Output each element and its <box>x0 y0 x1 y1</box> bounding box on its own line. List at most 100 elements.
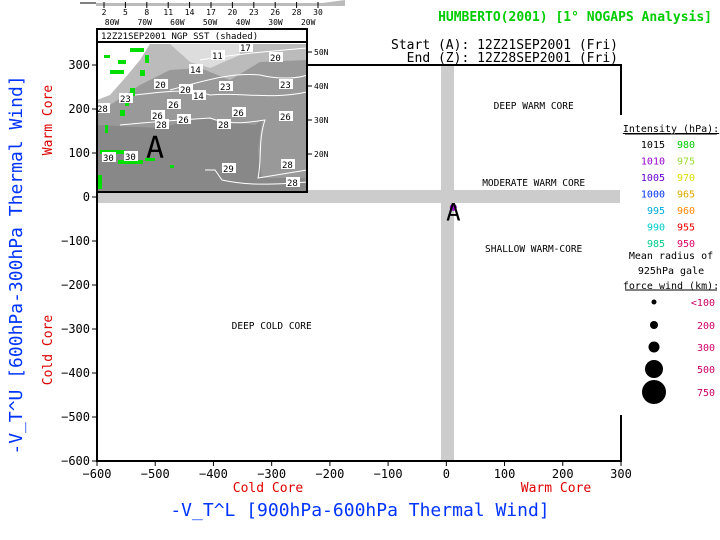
y-tick-label: 100 <box>68 146 90 160</box>
radius-legend-title: Mean radius of <box>629 251 713 262</box>
colorbar-tick-label: 20 <box>228 8 238 17</box>
contour-label: 26 <box>233 109 244 119</box>
inset-title: 12Z21SEP2001 NGP SST (shaded) <box>101 32 258 42</box>
lat-label: 50N <box>314 48 329 57</box>
contour-label: 14 <box>193 92 204 102</box>
contour-label: 26 <box>178 116 189 126</box>
x-axis-title: -V_T^L [900hPa-600hPa Thermal Wind] <box>170 500 549 521</box>
lat-label: 20N <box>314 150 329 159</box>
y-tick-label: −400 <box>61 366 90 380</box>
inset-storm-marker: A <box>146 131 164 166</box>
colorbar-tick-label: 8 <box>144 8 149 17</box>
y-tick-label: 300 <box>68 58 90 72</box>
intensity-legend-value: 980 <box>677 140 695 151</box>
x-tick-label: −600 <box>83 467 112 481</box>
intensity-legend-value: 995 <box>647 206 665 217</box>
lon-label: 30W <box>268 18 283 27</box>
contour-label: 20 <box>180 86 191 96</box>
colorbar-tick-label: 11 <box>163 8 173 17</box>
chart-title: HUMBERTO(2001) [1° NOGAPS Analysis] <box>438 10 712 25</box>
y-tick-label: −600 <box>61 454 90 468</box>
phase-diagram: 2 5 8 11 14 17 20 23 26 28 30 HUMBERTO(2001) [1° N… <box>6 0 720 521</box>
contour-label: 28 <box>282 161 293 171</box>
intensity-legend-title: Intensity (hPa): <box>623 124 719 135</box>
contour-label: 14 <box>190 66 201 76</box>
y-tick-label: −300 <box>61 322 90 336</box>
lon-label: 70W <box>137 18 152 27</box>
y-tick-label: 0 <box>83 190 90 204</box>
colorbar-tick-label: 17 <box>206 8 216 17</box>
y-warm-core-label: Warm Core <box>41 85 56 156</box>
colorbar-tick-label: 30 <box>313 8 323 17</box>
x-tick-label: −500 <box>141 467 170 481</box>
radius-legend-label: <100 <box>691 298 715 309</box>
colorbar-tick-label: 26 <box>270 8 280 17</box>
colorbar-tick-label: 23 <box>249 8 259 17</box>
y-axis-title: -V_T^U [600hPa-300hPa Thermal Wind] <box>6 75 27 454</box>
contour-label: 23 <box>120 95 131 105</box>
colorbar-tick-label: 5 <box>123 8 128 17</box>
intensity-legend-value: 955 <box>677 223 695 234</box>
x-tick-label: −200 <box>315 467 344 481</box>
end-label: End (Z): 12Z28SEP2001 (Fri) <box>407 51 618 66</box>
x-tick-label: 100 <box>494 467 516 481</box>
region-label: SHALLOW WARM-CORE <box>485 244 583 255</box>
contour-label: 20 <box>155 81 166 91</box>
contour-label: 23 <box>280 81 291 91</box>
intensity-legend-value: 985 <box>647 239 665 250</box>
region-label: DEEP COLD CORE <box>232 321 312 332</box>
intensity-legend-value: 1010 <box>641 157 665 168</box>
contour-label: 28 <box>156 121 167 131</box>
y-tick-label: 200 <box>68 102 90 116</box>
radius-legend-label: 200 <box>697 321 715 332</box>
zero-band-vertical <box>441 65 454 461</box>
sst-colorbar: 2 5 8 11 14 17 20 23 26 28 30 <box>80 0 345 17</box>
colorbar-tick-label: 14 <box>185 8 195 17</box>
lat-label: 30N <box>314 116 329 125</box>
contour-label: 26 <box>280 113 291 123</box>
contour-label: 23 <box>220 83 231 93</box>
radius-legend-label: 300 <box>697 343 715 354</box>
y-cold-core-label: Cold Core <box>41 315 56 386</box>
lon-label: 20W <box>301 18 316 27</box>
track-points: A <box>446 198 461 226</box>
track-point-label: A <box>446 198 461 226</box>
intensity-legend-value: 975 <box>677 157 695 168</box>
radius-legend-dot <box>642 380 666 404</box>
sst-inset-map: 1114141720 202023232326262626 262828 282828… <box>96 18 329 193</box>
intensity-legend-value: 970 <box>677 173 695 184</box>
radius-legend-dot <box>650 321 658 329</box>
contour-label: 29 <box>223 165 234 175</box>
colorbar-tick-label: 2 <box>102 8 107 17</box>
radius-legend-title: 925hPa gale <box>638 266 704 277</box>
contour-label: 26 <box>168 101 179 111</box>
intensity-legend-value: 1005 <box>641 173 665 184</box>
x-axis: −600 −500 −400 −300 −200 −100 0 100 200 300 <box>83 461 632 481</box>
intensity-legend-value: 990 <box>647 223 665 234</box>
intensity-legend-value: 1015 <box>641 140 665 151</box>
lon-label: 60W <box>170 18 185 27</box>
lat-label: 40N <box>314 82 329 91</box>
radius-legend-label: 500 <box>697 365 715 376</box>
contour-label: 30 <box>125 153 136 163</box>
region-label: MODERATE WARM CORE <box>482 178 585 189</box>
x-tick-label: −100 <box>374 467 403 481</box>
lon-label: 80W <box>105 18 120 27</box>
contour-label: 28 <box>287 179 298 189</box>
intensity-legend-value: 950 <box>677 239 695 250</box>
x-tick-label: 300 <box>610 467 632 481</box>
contour-label: 17 <box>240 44 251 54</box>
radius-legend-dot <box>648 341 660 353</box>
colorbar-tick-label: 28 <box>292 8 302 17</box>
x-tick-label: −400 <box>199 467 228 481</box>
lon-label: 50W <box>203 18 218 27</box>
radius-legend-dot <box>651 299 657 305</box>
intensity-legend-value: 960 <box>677 206 695 217</box>
contour-label: 11 <box>212 52 223 62</box>
x-warm-core-label: Warm Core <box>521 481 592 496</box>
intensity-legend-value: 1000 <box>641 190 665 201</box>
contour-label: 20 <box>270 54 281 64</box>
lon-label: 40W <box>236 18 251 27</box>
region-label: DEEP WARM CORE <box>494 101 574 112</box>
contour-label: 28 <box>218 121 229 131</box>
